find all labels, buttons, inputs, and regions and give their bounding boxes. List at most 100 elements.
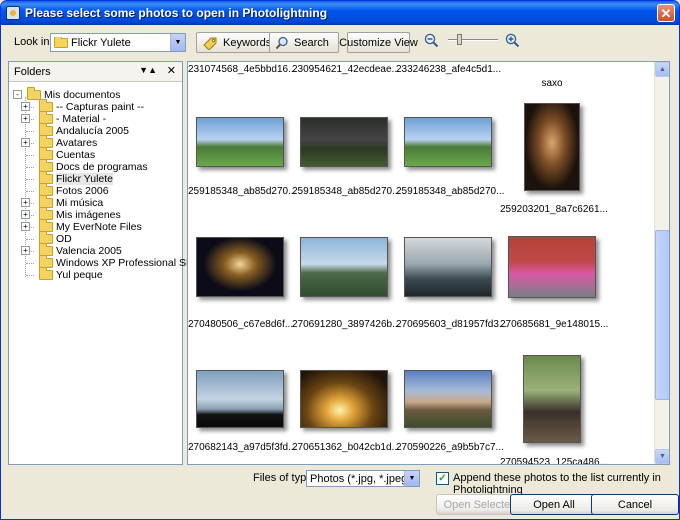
folder-tree-item[interactable]: Docs de programas — [39, 159, 148, 173]
folder-tree-item[interactable]: Cuentas — [39, 147, 96, 161]
folder-tree-item[interactable]: Valencia 2005 — [39, 243, 122, 257]
photo-caption: 270685681_9e148015... — [500, 319, 609, 330]
folder-label: Fotos 2006 — [56, 185, 109, 197]
bottom-bar: Files of type: Photos (*.jpg, *.jpeg) ▼ … — [1, 467, 679, 519]
folder-icon — [54, 36, 68, 48]
tree-branch-line — [26, 239, 34, 240]
zoom-in-icon[interactable] — [504, 32, 520, 48]
photo-thumbnail[interactable] — [188, 358, 292, 440]
folder-tree-item[interactable]: Andalucía 2005 — [39, 123, 129, 137]
photolightning-app-icon — [6, 6, 20, 20]
search-button[interactable]: Search — [269, 32, 339, 53]
append-checkbox[interactable]: ✓ — [436, 472, 449, 485]
chevron-down-icon[interactable]: ▼ — [170, 34, 185, 51]
expand-icon[interactable]: + — [21, 222, 30, 231]
photo-image — [404, 370, 492, 428]
folder-label: Flickr Yulete — [56, 173, 113, 185]
folder-tree-item[interactable]: Fotos 2006 — [39, 183, 109, 197]
photo-thumbnail[interactable] — [396, 112, 500, 172]
photo-thumbnail[interactable] — [500, 100, 604, 194]
photo-caption: 259185348_ab85d270... — [396, 186, 505, 197]
photo-thumbnail[interactable] — [396, 358, 500, 440]
photo-caption: 259185348_ab85d270... — [292, 186, 401, 197]
customize-view-label: Customize View — [339, 36, 418, 49]
photo-caption: 270691280_3897426b... — [292, 319, 401, 330]
photo-thumbnail[interactable] — [292, 232, 396, 302]
cancel-button[interactable]: Cancel — [591, 494, 679, 515]
folder-label: OD — [56, 233, 72, 245]
tree-branch-line — [26, 167, 34, 168]
collapse-down-icon[interactable]: ▼ — [139, 65, 148, 75]
files-of-type-value: Photos (*.jpg, *.jpeg) — [310, 472, 404, 485]
scroll-thumb[interactable] — [655, 230, 669, 400]
close-panel-icon[interactable]: ✕ — [167, 64, 176, 77]
zoom-slider-track[interactable] — [448, 39, 498, 41]
photo-grid: ▲ ▼ 231074568_4e5bbd16... 230954621_42ecd… — [187, 61, 670, 465]
keywords-label: Keywords — [223, 36, 272, 49]
keywords-icon — [202, 36, 218, 50]
photo-thumbnail[interactable] — [292, 112, 396, 172]
folder-label: Avatares — [56, 137, 98, 149]
open-all-button[interactable]: Open All — [510, 494, 598, 515]
folder-tree-item[interactable]: -- Capturas paint -- — [39, 99, 144, 113]
folder-tree-item[interactable]: Avatares — [39, 135, 98, 149]
folder-label: Docs de programas — [56, 161, 148, 173]
expand-icon[interactable]: + — [21, 138, 30, 147]
photo-image — [300, 237, 388, 297]
folder-label: Valencia 2005 — [56, 245, 122, 257]
files-of-type-dropdown[interactable]: Photos (*.jpg, *.jpeg) ▼ — [306, 470, 420, 487]
photo-image — [196, 370, 284, 428]
expand-icon[interactable]: + — [21, 102, 30, 111]
folders-panel: Folders ▼ ▲ ✕ - Mis documentos + -- Captura… — [8, 61, 223, 465]
collapse-icon[interactable]: - — [13, 90, 22, 99]
scroll-down-icon[interactable]: ▼ — [655, 449, 669, 464]
photo-caption: 231074568_4e5bbd16... — [188, 64, 297, 75]
folder-tree-item[interactable]: Flickr Yulete — [39, 171, 113, 185]
zoom-out-icon[interactable] — [423, 32, 439, 48]
expand-icon[interactable]: + — [21, 198, 30, 207]
folder-tree-item[interactable]: - Material - — [39, 111, 107, 125]
expand-icon[interactable]: + — [21, 114, 30, 123]
folder-label: My EverNote Files — [56, 221, 142, 233]
photo-caption: 233246238_afe4c5d1... — [396, 64, 502, 75]
tree-branch-line — [26, 155, 34, 156]
folder-tree-item[interactable]: Mi música — [39, 195, 103, 209]
folder-tree-item[interactable]: Yul peque — [39, 267, 103, 281]
photo-image — [404, 117, 492, 167]
photo-thumbnail[interactable] — [500, 232, 604, 302]
photo-caption: 270480506_c67e8d6f... — [188, 319, 294, 330]
zoom-slider-thumb[interactable] — [457, 34, 462, 45]
photo-thumbnail[interactable] — [500, 352, 604, 446]
search-icon — [275, 36, 289, 50]
window-title: Please select some photos to open in Pho… — [25, 6, 328, 20]
folders-title: Folders — [14, 65, 51, 78]
photo-caption: 259185348_ab85d270... — [188, 186, 297, 197]
folder-label: - Material - — [56, 113, 107, 125]
folder-label: Mis documentos — [44, 89, 121, 101]
expand-icon[interactable]: + — [21, 246, 30, 255]
close-button[interactable]: ✕ — [657, 4, 675, 22]
vertical-scrollbar[interactable]: ▲ ▼ — [654, 62, 669, 464]
photo-image — [524, 103, 580, 191]
photo-caption: 259203201_8a7c6261... — [500, 204, 608, 215]
photo-caption: 230954621_42ecdeae... — [292, 64, 400, 75]
look-in-dropdown[interactable]: Flickr Yulete ▼ — [50, 33, 186, 52]
folder-tree-item[interactable]: My EverNote Files — [39, 219, 142, 233]
folders-header: Folders ▼ ▲ ✕ — [9, 62, 182, 82]
folder-tree-item[interactable]: Mis imágenes — [39, 207, 121, 221]
photo-caption: 270590226_a9b5b7c7... — [396, 442, 504, 453]
title-bar: Please select some photos to open in Pho… — [1, 1, 679, 25]
photo-thumbnail[interactable] — [188, 112, 292, 172]
scroll-up-icon[interactable]: ▲ — [655, 62, 669, 77]
photo-thumbnail[interactable] — [396, 232, 500, 302]
folder-label: Cuentas — [56, 149, 96, 161]
photo-image — [196, 237, 284, 297]
customize-view-button[interactable]: Customize View — [339, 32, 418, 53]
photo-thumbnail[interactable] — [188, 232, 292, 302]
folder-label: Mis imágenes — [56, 209, 121, 221]
keywords-button[interactable]: Keywords — [196, 32, 278, 53]
expand-icon[interactable]: + — [21, 210, 30, 219]
collapse-up-icon[interactable]: ▲ — [148, 65, 157, 75]
photo-thumbnail[interactable] — [292, 358, 396, 440]
chevron-down-icon[interactable]: ▼ — [404, 471, 419, 486]
